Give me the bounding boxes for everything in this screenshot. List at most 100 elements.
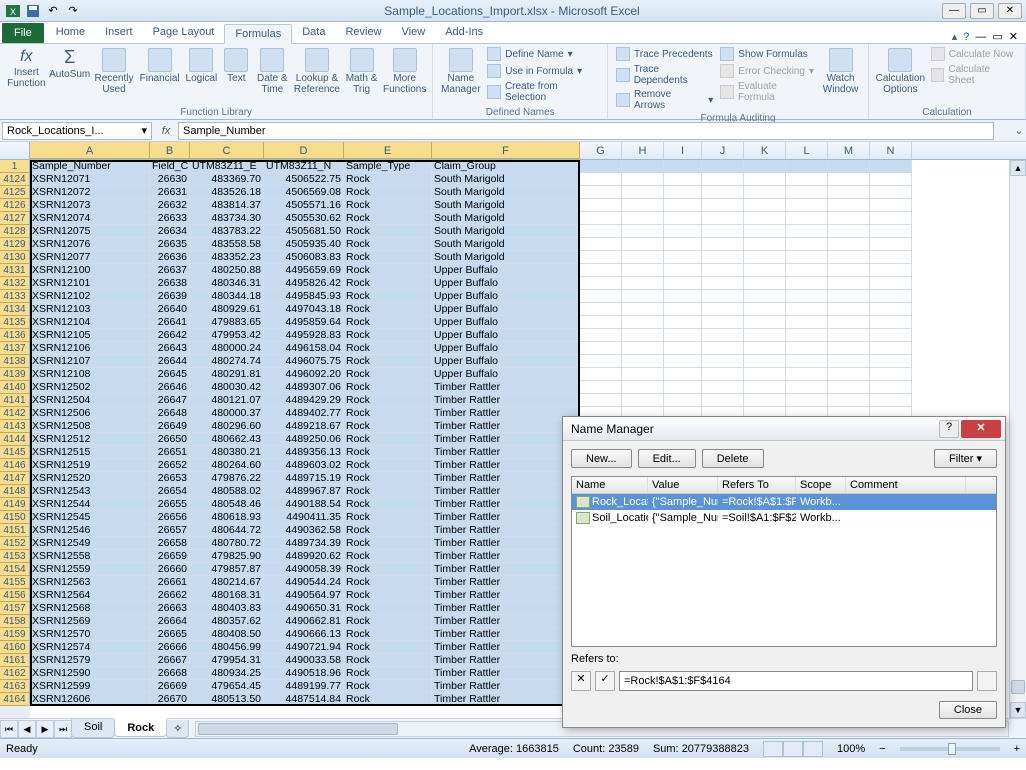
col-head-L[interactable]: L (786, 142, 828, 159)
cell[interactable]: XSRN12590 (30, 667, 150, 680)
cell[interactable]: Timber Rattler (432, 381, 580, 394)
cell[interactable]: Timber Rattler (432, 446, 580, 459)
cell[interactable] (702, 290, 744, 303)
cell[interactable]: Rock (344, 472, 432, 485)
nm-header[interactable]: Refers To (718, 477, 796, 493)
redo-icon[interactable]: ↷ (64, 2, 82, 20)
cell[interactable] (622, 303, 664, 316)
cell[interactable]: 479953.42 (190, 329, 264, 342)
cell[interactable]: Timber Rattler (432, 602, 580, 615)
cell[interactable] (744, 394, 786, 407)
cell[interactable] (622, 290, 664, 303)
cell[interactable]: Timber Rattler (432, 654, 580, 667)
calculation-options-button[interactable]: Calculation Options (875, 46, 926, 95)
cell[interactable]: 480344.18 (190, 290, 264, 303)
cell[interactable]: 26659 (150, 550, 190, 563)
cell[interactable] (870, 238, 912, 251)
more-functions-button[interactable]: More Functions (383, 46, 426, 95)
cell[interactable] (622, 277, 664, 290)
cell[interactable] (702, 342, 744, 355)
cell[interactable]: Timber Rattler (432, 563, 580, 576)
cell[interactable]: 4489402.77 (264, 407, 344, 420)
formula-bar-expand-icon[interactable]: ⌄ (1012, 124, 1026, 137)
cell[interactable] (702, 277, 744, 290)
cell[interactable]: 4490058.39 (264, 563, 344, 576)
excel-icon[interactable]: X (4, 2, 22, 20)
cell[interactable]: Rock (344, 589, 432, 602)
hscroll-thumb[interactable] (198, 723, 398, 735)
logical-button[interactable]: Logical (184, 46, 219, 84)
cell[interactable] (702, 368, 744, 381)
view-normal-button[interactable] (763, 741, 783, 757)
cell[interactable] (664, 381, 702, 394)
cell[interactable]: 4490188.54 (264, 498, 344, 511)
cell[interactable]: 4490362.58 (264, 524, 344, 537)
cell[interactable] (580, 212, 622, 225)
col-head-B[interactable]: B (150, 142, 190, 159)
cell[interactable] (664, 368, 702, 381)
cell[interactable]: 4489920.62 (264, 550, 344, 563)
nm-header[interactable]: Value (648, 477, 718, 493)
cell[interactable]: XSRN12508 (30, 420, 150, 433)
cell[interactable]: 4489734.39 (264, 537, 344, 550)
cell[interactable]: Timber Rattler (432, 394, 580, 407)
nm-header[interactable]: Scope (796, 477, 846, 493)
row-head[interactable]: 4160 (0, 641, 30, 654)
refers-picker-button[interactable] (977, 671, 997, 691)
cell[interactable]: South Marigold (432, 238, 580, 251)
cell[interactable]: XSRN12559 (30, 563, 150, 576)
cell[interactable]: XSRN12075 (30, 225, 150, 238)
cell[interactable]: Upper Buffalo (432, 277, 580, 290)
row-head[interactable]: 4161 (0, 654, 30, 667)
cell[interactable]: 480274.74 (190, 355, 264, 368)
cell[interactable] (702, 160, 744, 173)
cell[interactable]: 4489218.67 (264, 420, 344, 433)
cell[interactable]: Rock (344, 667, 432, 680)
col-head-M[interactable]: M (828, 142, 870, 159)
table-row[interactable]: XSRN1250226646480030.424489307.06RockTim… (30, 381, 912, 394)
cell[interactable] (702, 381, 744, 394)
cell[interactable] (664, 355, 702, 368)
restore-button[interactable]: ▭ (970, 3, 994, 19)
cell[interactable] (702, 316, 744, 329)
cell[interactable] (580, 394, 622, 407)
cell[interactable]: Upper Buffalo (432, 264, 580, 277)
cell[interactable] (828, 342, 870, 355)
cell[interactable]: 26643 (150, 342, 190, 355)
cell[interactable]: 26645 (150, 368, 190, 381)
cell[interactable] (870, 251, 912, 264)
cell[interactable]: Upper Buffalo (432, 303, 580, 316)
cell[interactable] (786, 277, 828, 290)
zoom-out-button[interactable]: − (879, 743, 885, 755)
cell[interactable]: Timber Rattler (432, 680, 580, 693)
cell[interactable]: Timber Rattler (432, 485, 580, 498)
cell[interactable] (664, 160, 702, 173)
cell[interactable]: Rock (344, 212, 432, 225)
cell[interactable]: 26638 (150, 277, 190, 290)
cell[interactable]: 26655 (150, 498, 190, 511)
col-head-A[interactable]: A (30, 142, 150, 159)
cell[interactable]: 26654 (150, 485, 190, 498)
cell[interactable]: Rock (344, 537, 432, 550)
row-head[interactable]: 4131 (0, 264, 30, 277)
cell[interactable]: XSRN12104 (30, 316, 150, 329)
cell[interactable]: 480346.31 (190, 277, 264, 290)
cell[interactable]: 26641 (150, 316, 190, 329)
cell[interactable] (744, 238, 786, 251)
cell[interactable]: Timber Rattler (432, 498, 580, 511)
cell[interactable] (828, 199, 870, 212)
doc-close-icon[interactable]: ✕ (1009, 30, 1018, 43)
table-row[interactable]: XSRN1207426633483734.304505530.62RockSou… (30, 212, 912, 225)
cell[interactable]: Rock (344, 368, 432, 381)
cell[interactable] (702, 225, 744, 238)
cell[interactable]: 4495826.42 (264, 277, 344, 290)
cell[interactable]: XSRN12546 (30, 524, 150, 537)
row-head[interactable]: 4124 (0, 173, 30, 186)
cell[interactable] (702, 394, 744, 407)
row-head[interactable]: 4148 (0, 485, 30, 498)
col-head-F[interactable]: F (432, 142, 580, 159)
cell[interactable] (870, 264, 912, 277)
cell[interactable]: Rock (344, 277, 432, 290)
cell[interactable]: 26658 (150, 537, 190, 550)
cell[interactable] (580, 303, 622, 316)
